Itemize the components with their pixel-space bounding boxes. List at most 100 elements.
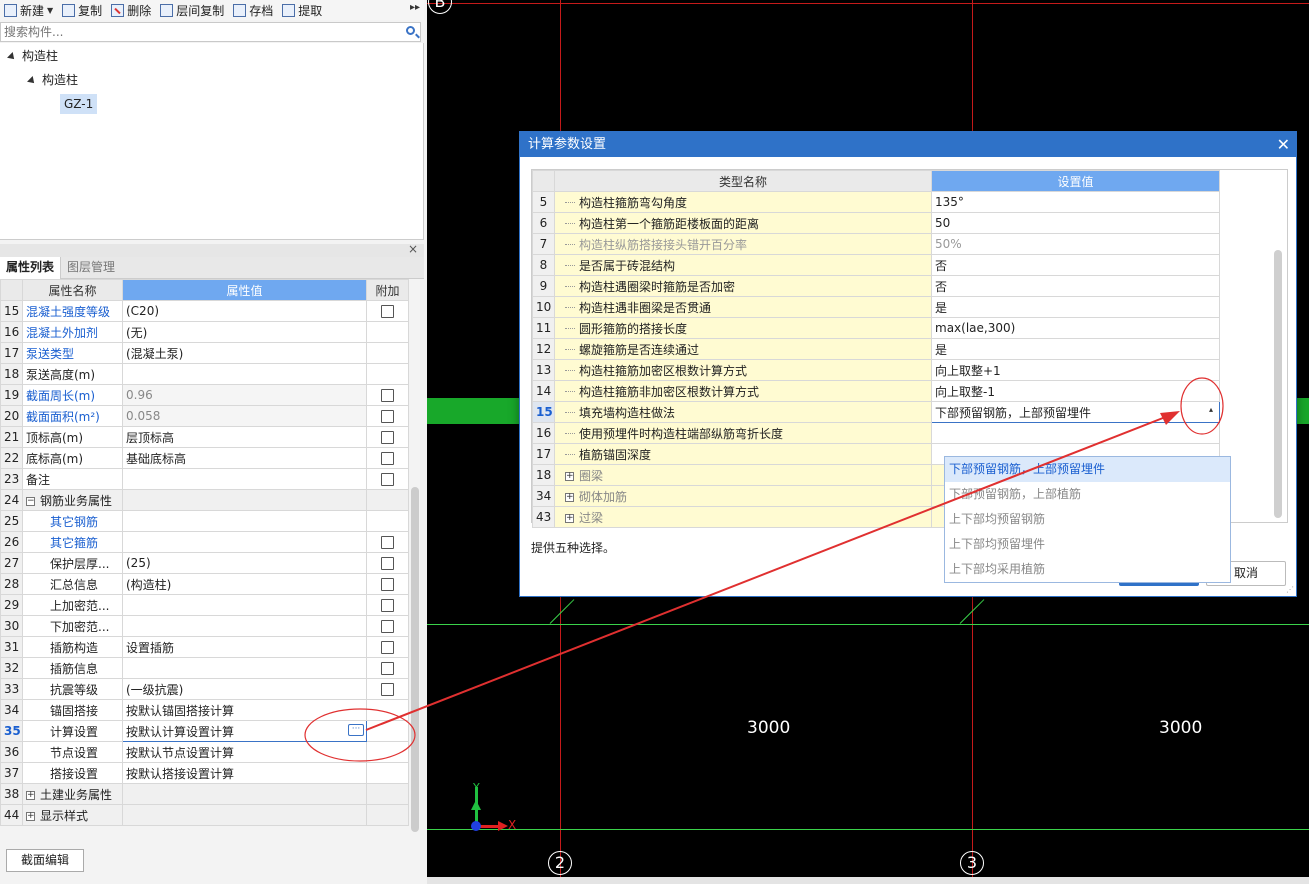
tree-node-gz-1[interactable]: GZ-1 bbox=[60, 94, 98, 114]
table-row[interactable]: 17 泵送类型 (混凝土泵) bbox=[0, 342, 409, 364]
dropdown-option[interactable]: 下部预留钢筋，上部植筋 bbox=[945, 482, 1230, 507]
search-icon[interactable] bbox=[406, 26, 415, 35]
property-scrollbar[interactable] bbox=[411, 487, 419, 832]
search-input[interactable] bbox=[1, 23, 381, 41]
extra-checkbox[interactable] bbox=[381, 641, 394, 654]
property-value[interactable]: 设置插筋 bbox=[122, 636, 367, 658]
settings-scrollbar[interactable] bbox=[1274, 250, 1282, 518]
table-row[interactable]: 29 上加密范... bbox=[0, 594, 409, 616]
table-row[interactable]: 9 构造柱遇圈梁时箍筋是否加密否 bbox=[532, 275, 1220, 297]
table-row-selected[interactable]: 15 填充墙构造柱做法 下部预留钢筋，上部预留埋件 ▴ bbox=[532, 401, 1220, 423]
dropdown-option[interactable]: 下部预留钢筋，上部预留埋件 bbox=[945, 457, 1230, 482]
ellipsis-button[interactable]: ··· bbox=[348, 724, 364, 736]
table-row[interactable]: 16 混凝土外加剂 (无) bbox=[0, 321, 409, 343]
tree-node-root[interactable]: 构造柱 bbox=[7, 46, 58, 66]
property-value-editor[interactable]: 按默认计算设置计算 ··· bbox=[122, 720, 367, 742]
tab-properties[interactable]: 属性列表 bbox=[0, 257, 62, 279]
resize-grip-icon[interactable]: ⋰ bbox=[1286, 585, 1294, 594]
save-button[interactable]: 存档 bbox=[229, 0, 278, 20]
tree-node-child[interactable]: 构造柱 bbox=[27, 70, 78, 90]
table-row-group[interactable]: 38 + 土建业务属性 bbox=[0, 783, 409, 805]
property-value[interactable]: 基础底标高 bbox=[122, 447, 367, 469]
table-row-selected[interactable]: 35 计算设置 按默认计算设置计算 ··· bbox=[0, 720, 409, 742]
table-row[interactable]: 37 搭接设置 按默认搭接设置计算 bbox=[0, 762, 409, 784]
table-row[interactable]: 8 是否属于砖混结构否 bbox=[532, 254, 1220, 276]
delete-button[interactable]: 删除 bbox=[107, 0, 156, 20]
table-row[interactable]: 16 使用预埋件时构造柱端部纵筋弯折长度 bbox=[532, 422, 1220, 444]
table-row-group[interactable]: 24 − 钢筋业务属性 bbox=[0, 489, 409, 511]
expand-icon[interactable]: + bbox=[26, 790, 35, 800]
table-row[interactable]: 28 汇总信息 (构造柱) bbox=[0, 573, 409, 595]
collapse-icon[interactable]: − bbox=[26, 496, 35, 506]
extra-checkbox[interactable] bbox=[381, 536, 394, 549]
setting-value[interactable]: 50 bbox=[931, 212, 1220, 234]
table-row[interactable]: 7 构造柱纵筋搭接接头错开百分率 50% bbox=[532, 233, 1220, 255]
setting-value[interactable]: 否 bbox=[931, 275, 1220, 297]
setting-value[interactable]: 向上取整-1 bbox=[931, 380, 1220, 402]
table-row[interactable]: 6 构造柱第一个箍筋距楼板面的距离 50 bbox=[532, 212, 1220, 234]
extra-checkbox[interactable] bbox=[381, 557, 394, 570]
extra-checkbox[interactable] bbox=[381, 473, 394, 486]
table-row-group[interactable]: 44 + 显示样式 bbox=[0, 804, 409, 826]
expand-triangle-icon[interactable] bbox=[27, 75, 37, 86]
table-row[interactable]: 11 圆形箍筋的搭接长度 max(lae,300) bbox=[532, 317, 1220, 339]
property-value[interactable] bbox=[122, 594, 367, 616]
setting-value[interactable]: 是 bbox=[931, 296, 1220, 318]
table-row[interactable]: 12 螺旋箍筋是否连续通过是 bbox=[532, 338, 1220, 360]
new-button[interactable]: 新建 ▼ bbox=[0, 0, 58, 20]
property-value[interactable] bbox=[122, 531, 367, 553]
table-row[interactable]: 5 构造柱箍筋弯勾角度 135° bbox=[532, 191, 1220, 213]
table-row[interactable]: 19 截面周长(m) 0.96 bbox=[0, 384, 409, 406]
setting-value[interactable]: max(lae,300) bbox=[931, 317, 1220, 339]
table-row[interactable]: 32 插筋信息 bbox=[0, 657, 409, 679]
toolbar-overflow-icon[interactable]: ▸▸ bbox=[410, 2, 420, 13]
setting-value[interactable]: 135° bbox=[931, 191, 1220, 213]
property-value[interactable] bbox=[122, 615, 367, 637]
table-row[interactable]: 15 混凝土强度等级 (C20) bbox=[0, 300, 409, 322]
expand-icon[interactable]: + bbox=[565, 492, 574, 502]
extra-checkbox[interactable] bbox=[381, 431, 394, 444]
setting-value[interactable]: 向上取整+1 bbox=[931, 359, 1220, 381]
extra-checkbox[interactable] bbox=[381, 305, 394, 318]
property-value[interactable]: 按默认搭接设置计算 bbox=[122, 762, 367, 784]
floor-copy-button[interactable]: 层间复制 bbox=[156, 0, 229, 20]
tab-layers[interactable]: 图层管理 bbox=[61, 257, 121, 279]
dropdown-arrow-icon[interactable]: ▼ bbox=[47, 6, 53, 15]
property-value[interactable]: (无) bbox=[122, 321, 367, 343]
dropdown-option[interactable]: 上下部均预留钢筋 bbox=[945, 507, 1230, 532]
table-row[interactable]: 36 节点设置 按默认节点设置计算 bbox=[0, 741, 409, 763]
property-value[interactable] bbox=[122, 363, 367, 385]
property-value[interactable] bbox=[122, 510, 367, 532]
close-icon[interactable]: × bbox=[408, 242, 418, 256]
table-row[interactable]: 31 插筋构造 设置插筋 bbox=[0, 636, 409, 658]
property-value[interactable]: 层顶标高 bbox=[122, 426, 367, 448]
extra-checkbox[interactable] bbox=[381, 662, 394, 675]
table-row[interactable]: 21 顶标高(m) 层顶标高 bbox=[0, 426, 409, 448]
extra-checkbox[interactable] bbox=[381, 599, 394, 612]
extra-checkbox[interactable] bbox=[381, 620, 394, 633]
table-row[interactable]: 33 抗震等级 (一级抗震) bbox=[0, 678, 409, 700]
section-edit-button[interactable]: 截面编辑 bbox=[6, 849, 84, 872]
property-value[interactable]: 按默认锚固搭接计算 bbox=[122, 699, 367, 721]
expand-icon[interactable]: + bbox=[26, 811, 35, 821]
property-value[interactable]: (C20) bbox=[122, 300, 367, 322]
expand-triangle-icon[interactable] bbox=[7, 51, 17, 62]
dialog-titlebar[interactable]: 计算参数设置 ✕ bbox=[520, 132, 1296, 157]
table-row[interactable]: 18 泵送高度(m) bbox=[0, 363, 409, 385]
extra-checkbox[interactable] bbox=[381, 410, 394, 423]
setting-value[interactable]: 是 bbox=[931, 338, 1220, 360]
expand-icon[interactable]: + bbox=[565, 471, 574, 481]
table-row[interactable]: 22 底标高(m) 基础底标高 bbox=[0, 447, 409, 469]
property-value[interactable]: (构造柱) bbox=[122, 573, 367, 595]
property-value[interactable]: 按默认节点设置计算 bbox=[122, 741, 367, 763]
table-row[interactable]: 23 备注 bbox=[0, 468, 409, 490]
dropdown-option[interactable]: 上下部均预留埋件 bbox=[945, 532, 1230, 557]
property-value[interactable] bbox=[122, 468, 367, 490]
expand-icon[interactable]: + bbox=[565, 513, 574, 523]
copy-button[interactable]: 复制 bbox=[58, 0, 107, 20]
dropdown-arrow-icon[interactable]: ▴ bbox=[1209, 405, 1213, 414]
table-row[interactable]: 14 构造柱箍筋非加密区根数计算方式 向上取整-1 bbox=[532, 380, 1220, 402]
table-row[interactable]: 25 其它钢筋 bbox=[0, 510, 409, 532]
table-row[interactable]: 34 锚固搭接 按默认锚固搭接计算 bbox=[0, 699, 409, 721]
property-value[interactable]: (25) bbox=[122, 552, 367, 574]
